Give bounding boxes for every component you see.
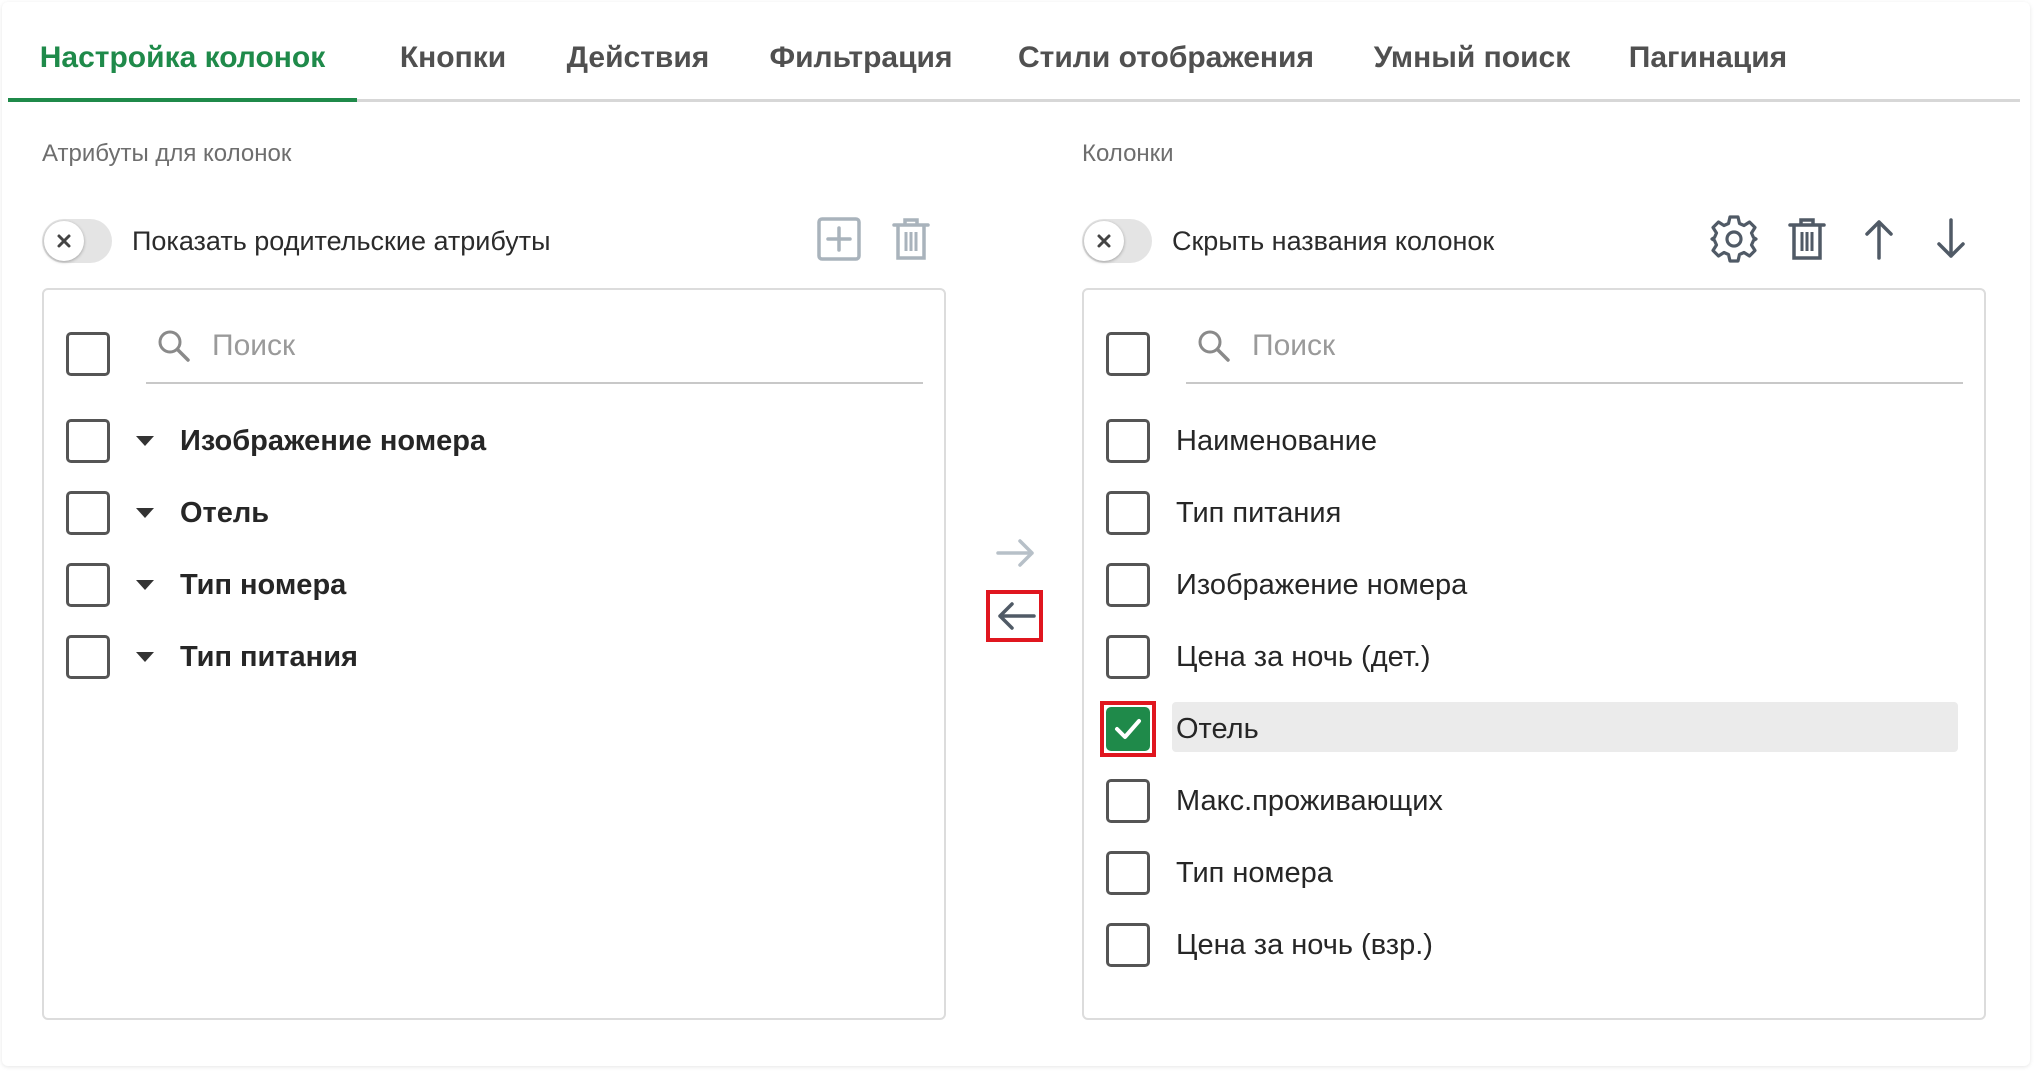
tab-filtering[interactable]: Фильтрация	[756, 20, 966, 99]
hide-column-names-toggle[interactable]	[1082, 219, 1152, 263]
attribute-list-item[interactable]: Тип номера	[44, 559, 944, 611]
trash-icon	[1788, 218, 1826, 260]
tab-buttons[interactable]: Кнопки	[375, 20, 531, 99]
expand-caret-icon[interactable]	[136, 436, 154, 446]
column-list-item[interactable]: Тип номера	[1084, 847, 1984, 899]
add-box-icon	[817, 217, 861, 261]
page: Настройка колонок Кнопки Действия Фильтр…	[0, 0, 2038, 1076]
column-label: Наименование	[1176, 425, 1378, 457]
column-label: Цена за ночь (взр.)	[1176, 929, 1433, 961]
select-all-columns-checkbox[interactable]	[1106, 332, 1150, 376]
highlight-frame	[1100, 701, 1156, 757]
column-label: Тип номера	[1176, 857, 1333, 889]
columns-search	[1186, 312, 1963, 384]
column-label: Отель	[1176, 713, 1259, 745]
column-label: Цена за ночь (дет.)	[1176, 641, 1431, 673]
hide-column-names-label: Скрыть названия колонок	[1172, 226, 1495, 256]
arrow-right-icon	[996, 539, 1034, 567]
attribute-checkbox[interactable]	[66, 419, 110, 463]
column-label: Изображение номера	[1176, 569, 1468, 601]
columns-search-input[interactable]	[1252, 322, 1949, 370]
move-column-up-button[interactable]	[1851, 211, 1907, 267]
column-list-item[interactable]: Макс.проживающих	[1084, 775, 1984, 827]
attributes-search-input[interactable]	[212, 322, 909, 370]
attribute-list-item[interactable]: Изображение номера	[44, 415, 944, 467]
tab-bar: Настройка колонок Кнопки Действия Фильтр…	[8, 20, 2020, 102]
arrow-down-icon	[1937, 218, 1965, 258]
expand-caret-icon[interactable]	[136, 508, 154, 518]
close-x-icon	[57, 234, 71, 248]
column-checkbox[interactable]	[1106, 491, 1150, 535]
select-all-attributes-checkbox[interactable]	[66, 332, 110, 376]
columns-section-label: Колонки	[1082, 140, 1174, 167]
move-column-down-button[interactable]	[1923, 211, 1979, 267]
column-checkbox[interactable]	[1106, 851, 1150, 895]
column-list-item[interactable]: Наименование	[1084, 415, 1984, 467]
attributes-panel: Изображение номера Отель Тип номера Тип …	[42, 288, 946, 1020]
column-checkbox[interactable]	[1106, 563, 1150, 607]
tab-column-settings[interactable]: Настройка колонок	[8, 20, 357, 102]
toggle-off-knob	[44, 221, 84, 261]
attributes-search	[146, 312, 923, 384]
column-checkbox[interactable]	[1106, 635, 1150, 679]
column-label: Тип питания	[1176, 497, 1342, 529]
column-checkbox[interactable]	[1106, 779, 1150, 823]
attribute-label: Тип питания	[180, 641, 358, 673]
close-x-icon	[1097, 234, 1111, 248]
attribute-label: Отель	[180, 497, 270, 529]
delete-column-button[interactable]	[1779, 211, 1835, 267]
columns-panel: Наименование Тип питания Изображение ном…	[1082, 288, 1986, 1020]
tab-display-styles[interactable]: Стили отображения	[999, 20, 1333, 99]
highlight-frame	[986, 590, 1043, 642]
column-list-item[interactable]: Изображение номера	[1084, 559, 1984, 611]
expand-caret-icon[interactable]	[136, 580, 154, 590]
column-list-item-selected[interactable]: Отель	[1084, 703, 1984, 755]
tab-pagination[interactable]: Пагинация	[1618, 20, 1798, 99]
search-icon	[158, 330, 190, 362]
attribute-checkbox[interactable]	[66, 491, 110, 535]
gear-icon	[1710, 215, 1758, 263]
show-parent-attributes-toggle[interactable]	[42, 219, 112, 263]
attribute-checkbox[interactable]	[66, 563, 110, 607]
column-list-item[interactable]: Цена за ночь (взр.)	[1084, 919, 1984, 971]
arrow-up-icon	[1865, 220, 1893, 260]
attribute-checkbox[interactable]	[66, 635, 110, 679]
expand-caret-icon[interactable]	[136, 652, 154, 662]
tab-actions[interactable]: Действия	[555, 20, 721, 99]
column-settings-button[interactable]	[1706, 211, 1762, 267]
add-attribute-button[interactable]	[811, 211, 867, 267]
attribute-list-item[interactable]: Отель	[44, 487, 944, 539]
column-label: Макс.проживающих	[1176, 785, 1443, 817]
move-to-columns-button[interactable]	[988, 525, 1044, 581]
show-parent-attributes-label: Показать родительские атрибуты	[132, 226, 551, 256]
delete-attribute-button[interactable]	[883, 211, 939, 267]
column-checkbox[interactable]	[1106, 419, 1150, 463]
column-list-item[interactable]: Тип питания	[1084, 487, 1984, 539]
tab-smart-search[interactable]: Умный поиск	[1362, 20, 1582, 99]
attributes-section-label: Атрибуты для колонок	[42, 140, 292, 167]
column-checkbox[interactable]	[1106, 923, 1150, 967]
trash-icon	[892, 218, 930, 260]
attribute-label: Тип номера	[180, 569, 347, 601]
search-icon	[1198, 330, 1230, 362]
attribute-label: Изображение номера	[180, 425, 487, 457]
toggle-off-knob	[1084, 221, 1124, 261]
attribute-list-item[interactable]: Тип питания	[44, 631, 944, 683]
column-list-item[interactable]: Цена за ночь (дет.)	[1084, 631, 1984, 683]
